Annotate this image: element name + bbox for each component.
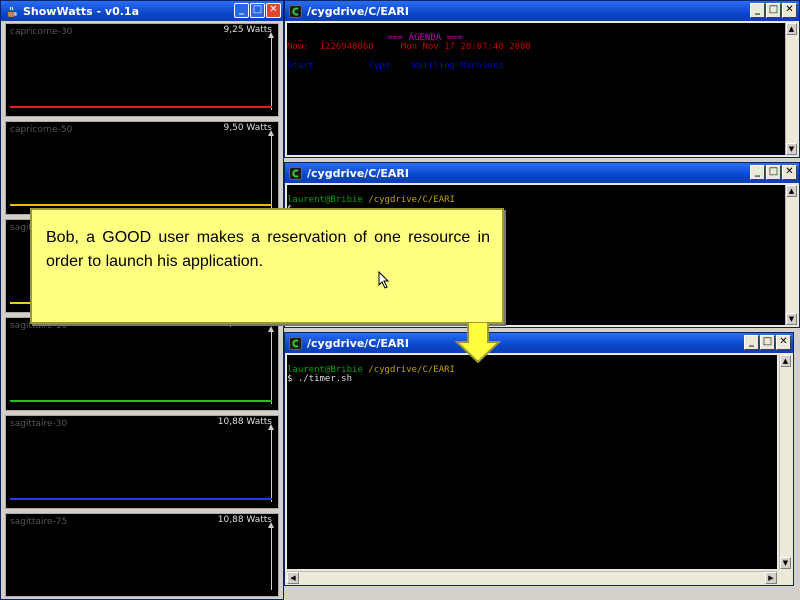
minimize-button[interactable]: _ <box>234 3 249 18</box>
callout-text: Bob, a GOOD user makes a reservation of … <box>46 229 490 270</box>
terminal-window-3: /cygdrive/C/EARI _ □ ✕ laurent@Bribie /c… <box>284 332 794 586</box>
scroll-right-icon[interactable]: ▶ <box>765 572 777 584</box>
panel-node-name: capricorne-30 <box>10 27 73 37</box>
prompt-path: /cygdrive/C/EARI <box>368 195 455 205</box>
maximize-button[interactable]: □ <box>766 3 781 18</box>
showwatts-titlebar[interactable]: ShowWatts - v0.1a _ □ ✕ <box>1 1 283 21</box>
power-line <box>10 204 272 206</box>
terminal-titlebar[interactable]: /cygdrive/C/EARI _ □ ✕ <box>285 163 799 183</box>
power-panel-capricorne-30: capricorne-30 9,25 Watts <box>5 23 279 117</box>
terminal-output[interactable]: === AGENDA === Now: 1226948860 Mon Nov 1… <box>287 23 785 155</box>
power-panel-sagittaire-30: sagittaire-30 10,88 Watts <box>5 415 279 509</box>
vertical-scrollbar[interactable]: ▲ ▼ <box>785 23 797 155</box>
panel-y-axis <box>268 522 274 590</box>
cygwin-icon <box>289 4 302 18</box>
panel-watts: 10,88 Watts <box>217 515 272 525</box>
scroll-down-icon[interactable]: ▼ <box>780 557 791 569</box>
power-line <box>10 106 272 108</box>
power-panel-capricorne-50: capricorne-50 9,50 Watts <box>5 121 279 215</box>
prompt-path: /cygdrive/C/EARI <box>368 365 455 375</box>
scroll-down-icon[interactable]: ▼ <box>786 143 797 155</box>
vertical-scrollbar[interactable]: ▲ ▼ <box>779 355 791 569</box>
panel-y-axis <box>268 326 274 404</box>
close-button[interactable]: ✕ <box>266 3 281 18</box>
terminal-window-agenda: /cygdrive/C/EARI _ □ ✕ === AGENDA === No… <box>284 0 800 158</box>
prompt-user: laurent@Bribie <box>287 195 363 205</box>
panel-watts: 9,50 Watts <box>223 123 273 133</box>
close-button[interactable]: ✕ <box>776 335 791 350</box>
close-button[interactable]: ✕ <box>782 3 797 18</box>
panel-watts: 10,88 Watts <box>217 417 272 427</box>
scroll-down-icon[interactable]: ▼ <box>786 313 797 325</box>
terminal-title: /cygdrive/C/EARI <box>307 336 409 350</box>
callout-arrow-icon <box>455 322 501 364</box>
horizontal-scrollbar[interactable]: ◀ ▶ <box>287 571 777 584</box>
terminal-titlebar[interactable]: /cygdrive/C/EARI _ □ ✕ <box>285 1 799 21</box>
panel-y-axis <box>268 424 274 502</box>
power-line <box>10 498 272 500</box>
maximize-button[interactable]: □ <box>760 335 775 350</box>
now-line: Now: 1226948860 Mon Nov 17 20:07:40 2008 <box>287 42 531 52</box>
minimize-button[interactable]: _ <box>744 335 759 350</box>
mouse-cursor-icon <box>378 271 390 289</box>
minimize-button[interactable]: _ <box>750 165 765 180</box>
terminal-titlebar[interactable]: /cygdrive/C/EARI _ □ ✕ <box>285 333 793 353</box>
minimize-button[interactable]: _ <box>750 3 765 18</box>
power-panel-sagittaire-10: sagittaire-10 11,00 Watts <box>5 317 279 411</box>
panel-y-axis <box>268 130 274 208</box>
panel-watts: 9,25 Watts <box>223 25 273 35</box>
vertical-scrollbar[interactable]: ▲ ▼ <box>785 185 797 325</box>
maximize-button[interactable]: □ <box>766 165 781 180</box>
panel-node-name: capricorne-50 <box>10 125 73 135</box>
maximize-button[interactable]: □ <box>250 3 265 18</box>
cygwin-icon <box>289 166 302 180</box>
scroll-left-icon[interactable]: ◀ <box>287 572 299 584</box>
close-button[interactable]: ✕ <box>782 165 797 180</box>
command-line: $ ./timer.sh <box>287 374 353 384</box>
terminal-output[interactable]: laurent@Bribie /cygdrive/C/EARI $ ./time… <box>287 355 777 569</box>
terminal-title: /cygdrive/C/EARI <box>307 166 409 180</box>
java-cup-icon <box>5 5 18 18</box>
prompt-line: laurent@Bribie /cygdrive/C/EARI <box>287 195 455 205</box>
panel-y-axis <box>268 32 274 110</box>
cygwin-icon <box>289 336 302 350</box>
panel-node-name: sagittaire-30 <box>10 419 68 429</box>
power-panel-sagittaire-75: sagittaire-75 10,88 Watts <box>5 513 279 597</box>
panel-node-name: sagittaire-75 <box>10 517 68 527</box>
scroll-up-icon[interactable]: ▲ <box>780 355 791 367</box>
annotation-callout: Bob, a GOOD user makes a reservation of … <box>30 208 504 324</box>
scroll-up-icon[interactable]: ▲ <box>786 23 797 35</box>
scroll-up-icon[interactable]: ▲ <box>786 185 797 197</box>
agenda-columns: Start Type Waitling Machines <box>287 61 504 71</box>
showwatts-title: ShowWatts - v0.1a <box>23 4 140 18</box>
power-line <box>10 400 272 402</box>
terminal-title: /cygdrive/C/EARI <box>307 4 409 18</box>
